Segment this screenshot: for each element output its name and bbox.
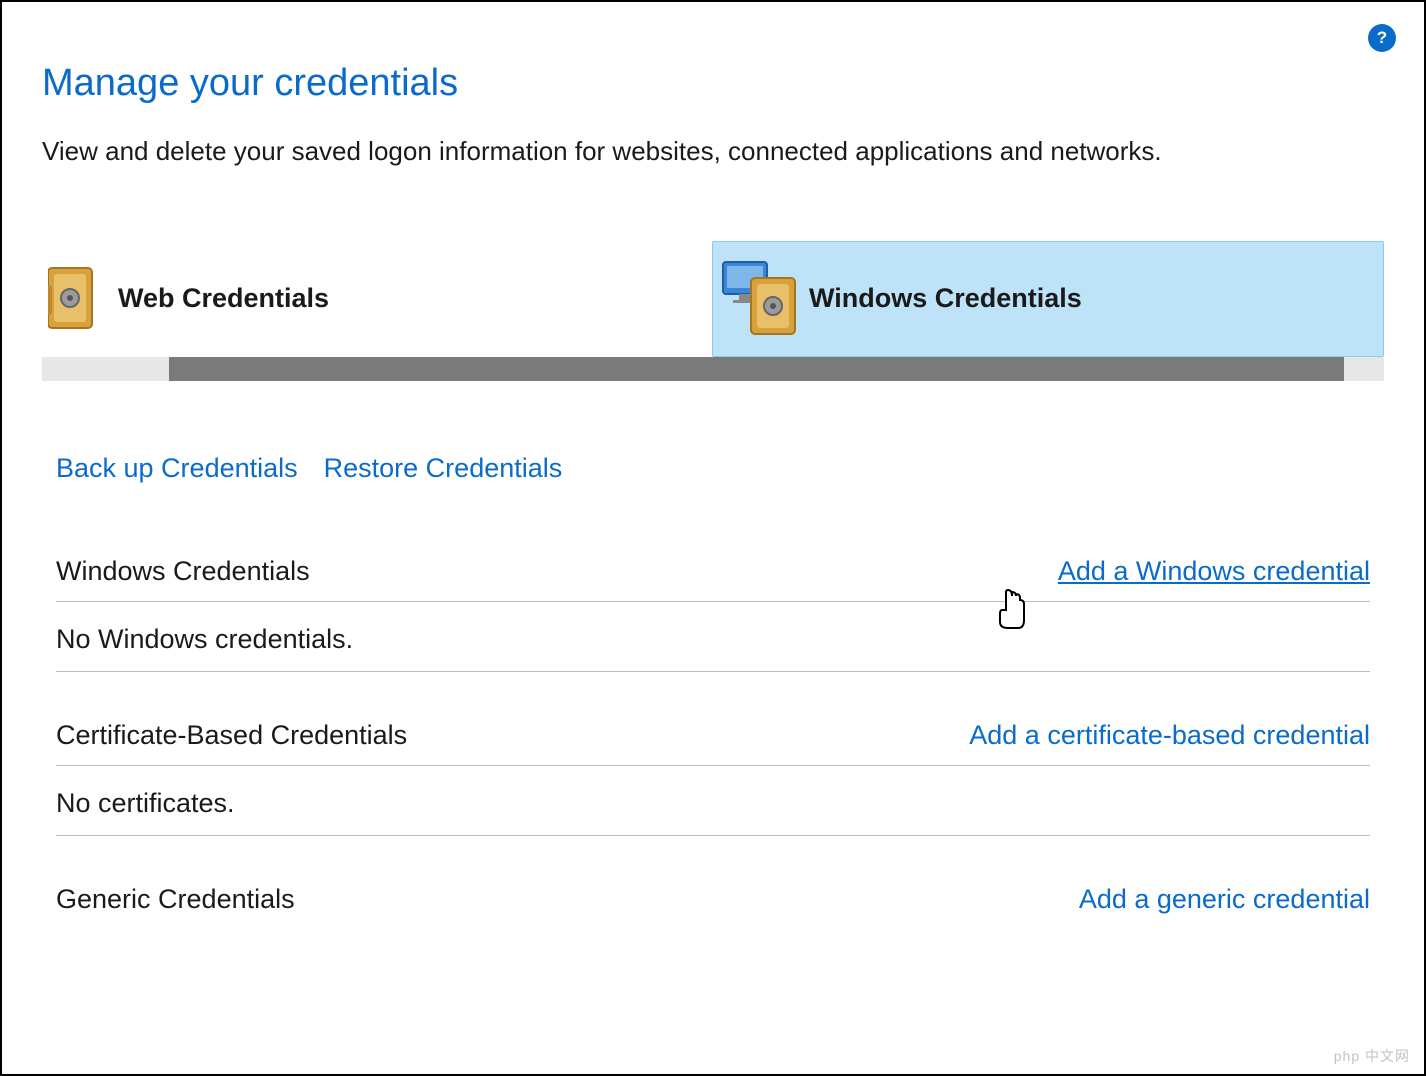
empty-message: No certificates. bbox=[56, 766, 1370, 836]
empty-message: No Windows credentials. bbox=[56, 602, 1370, 672]
section-generic-credentials: Generic Credentials Add a generic creden… bbox=[56, 884, 1370, 929]
section-windows-credentials: Windows Credentials Add a Windows creden… bbox=[56, 556, 1370, 672]
credential-tabs: Web Credentials Windows Credentials bbox=[42, 241, 1384, 357]
vault-monitor-icon bbox=[719, 260, 799, 338]
section-title: Windows Credentials bbox=[56, 556, 310, 587]
divider-bar bbox=[42, 357, 1384, 381]
section-certificate-credentials: Certificate-Based Credentials Add a cert… bbox=[56, 720, 1370, 836]
tab-web-label: Web Credentials bbox=[118, 283, 329, 314]
credential-actions: Back up Credentials Restore Credentials bbox=[56, 453, 1370, 484]
restore-credentials-link[interactable]: Restore Credentials bbox=[324, 453, 563, 484]
help-icon: ? bbox=[1377, 28, 1387, 48]
page-title: Manage your credentials bbox=[42, 62, 1384, 105]
page-subtitle: View and delete your saved logon informa… bbox=[42, 133, 1192, 171]
section-title: Generic Credentials bbox=[56, 884, 295, 915]
backup-credentials-link[interactable]: Back up Credentials bbox=[56, 453, 298, 484]
watermark: php 中文网 bbox=[1334, 1046, 1410, 1066]
tab-windows-credentials[interactable]: Windows Credentials bbox=[712, 241, 1384, 357]
tab-windows-label: Windows Credentials bbox=[809, 283, 1082, 314]
vault-icon bbox=[48, 260, 108, 338]
add-certificate-credential-link[interactable]: Add a certificate-based credential bbox=[969, 720, 1370, 751]
tab-web-credentials[interactable]: Web Credentials bbox=[42, 241, 712, 357]
divider-bar-fill bbox=[169, 357, 1343, 381]
help-button[interactable]: ? bbox=[1368, 24, 1396, 52]
add-generic-credential-link[interactable]: Add a generic credential bbox=[1079, 884, 1370, 915]
add-windows-credential-link[interactable]: Add a Windows credential bbox=[1058, 556, 1370, 587]
section-title: Certificate-Based Credentials bbox=[56, 720, 407, 751]
